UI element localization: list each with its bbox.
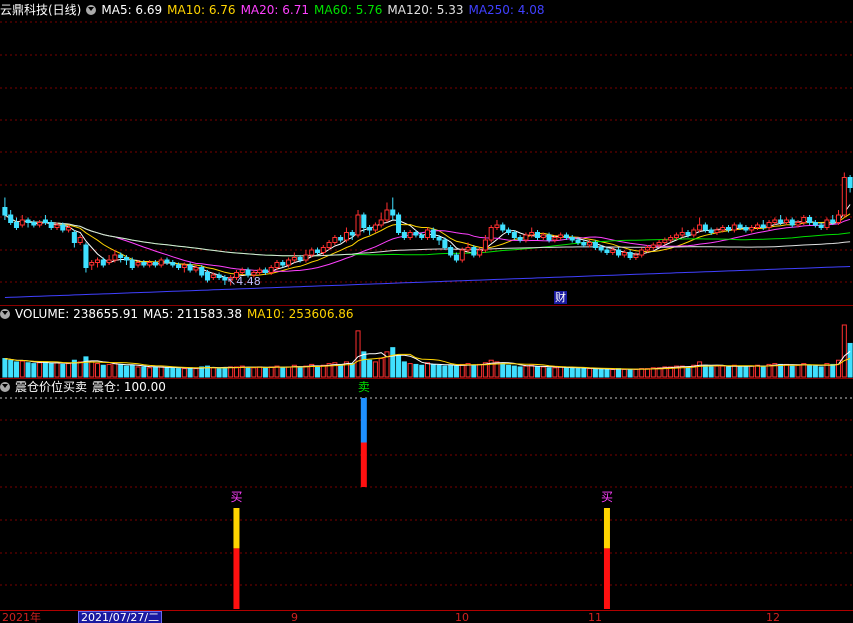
signal-bar-2-seg-0 bbox=[603, 508, 610, 549]
time-cursor-date: 2021/07/27/二 bbox=[78, 611, 163, 623]
signal-bar-1-seg-1 bbox=[360, 442, 367, 487]
time-label-oct: 10 bbox=[455, 611, 469, 623]
indicator-chart[interactable] bbox=[0, 0, 853, 610]
time-axis[interactable]: 2021年 2021/07/27/二 9 10 11 12 bbox=[0, 610, 853, 623]
time-label-dec: 12 bbox=[766, 611, 780, 623]
signal-bar-0-seg-0 bbox=[233, 508, 240, 549]
signal-label-2: 买 bbox=[600, 490, 613, 504]
signal-label-1: 卖 bbox=[357, 380, 370, 394]
signal-bar-0-seg-1 bbox=[233, 548, 240, 609]
signal-label-0: 买 bbox=[230, 490, 243, 504]
stock-chart-window: 云鼎科技(日线) MA5: 6.69 MA10: 6.76 MA20: 6.71 MA6… bbox=[0, 0, 853, 623]
time-label-nov: 11 bbox=[588, 611, 602, 623]
time-label-year: 2021年 bbox=[2, 611, 41, 623]
time-label-sep: 9 bbox=[291, 611, 298, 623]
signal-bar-1-seg-0 bbox=[360, 398, 367, 443]
signal-bar-2-seg-1 bbox=[603, 548, 610, 609]
